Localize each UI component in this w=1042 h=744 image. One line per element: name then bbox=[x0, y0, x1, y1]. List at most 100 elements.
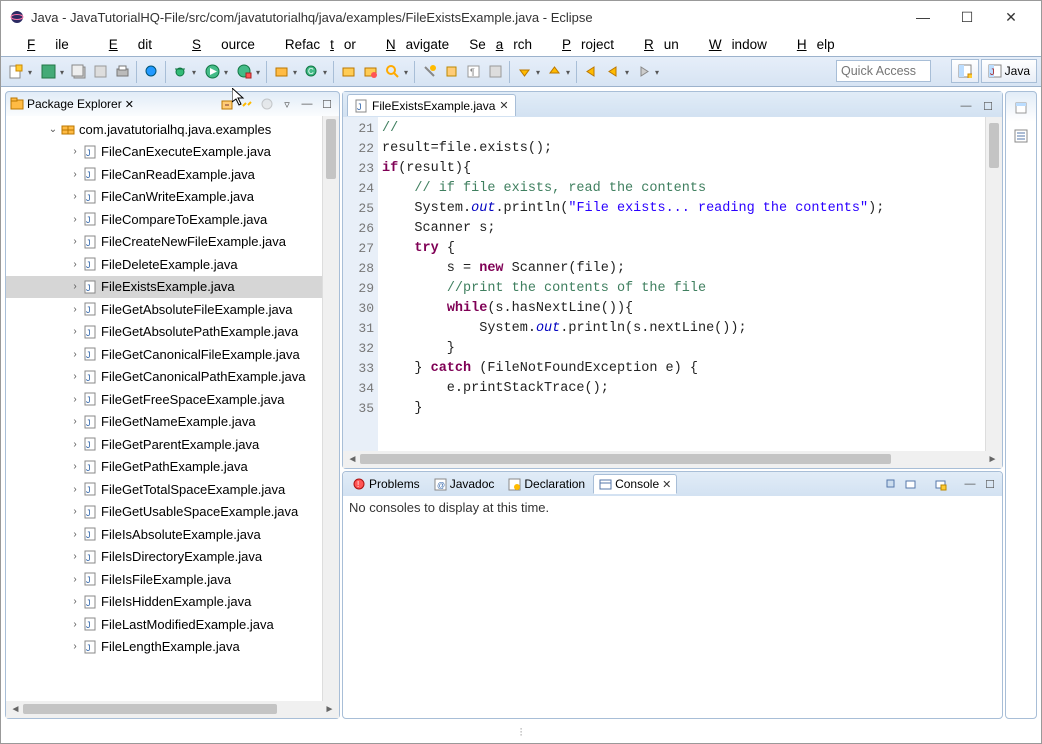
expand-icon[interactable]: ⌄ bbox=[46, 124, 60, 135]
maximize-button[interactable]: ☐ bbox=[945, 3, 989, 31]
prev-annotation-button[interactable] bbox=[544, 61, 564, 83]
expand-icon[interactable]: › bbox=[68, 191, 82, 202]
menu-refactor[interactable]: Refactor bbox=[275, 35, 366, 54]
menu-navigate[interactable]: Navigate bbox=[366, 35, 459, 54]
expand-icon[interactable]: › bbox=[68, 439, 82, 450]
minimize-editor-button[interactable]: — bbox=[958, 98, 974, 114]
editor-tab-fileexists[interactable]: J FileExistsExample.java ✕ bbox=[347, 94, 516, 116]
run-button[interactable] bbox=[202, 61, 222, 83]
expand-icon[interactable]: › bbox=[68, 236, 82, 247]
minimize-view-button[interactable]: — bbox=[299, 96, 315, 112]
expand-icon[interactable]: › bbox=[68, 214, 82, 225]
toggle-block-button[interactable] bbox=[441, 61, 461, 83]
tree-file-row[interactable]: ›JFileIsDirectoryExample.java bbox=[6, 546, 322, 569]
tree-file-row[interactable]: ›JFileExistsExample.java bbox=[6, 276, 322, 299]
tree-file-row[interactable]: ›JFileCompareToExample.java bbox=[6, 208, 322, 231]
tree-file-row[interactable]: ›JFileGetAbsoluteFileExample.java bbox=[6, 298, 322, 321]
close-icon[interactable]: ✕ bbox=[125, 98, 134, 111]
code-editor[interactable]: 212223242526272829303132333435 // result… bbox=[343, 116, 1002, 451]
menu-run[interactable]: Run bbox=[624, 35, 689, 54]
tree-file-row[interactable]: ›JFileIsHiddenExample.java bbox=[6, 591, 322, 614]
tree-file-row[interactable]: ›JFileCreateNewFileExample.java bbox=[6, 231, 322, 254]
tree-scrollbar-horizontal[interactable]: ◄► bbox=[6, 701, 339, 718]
expand-icon[interactable]: › bbox=[68, 304, 82, 315]
package-tree[interactable]: ⌄ com.javatutorialhq.java.examples ›JFil… bbox=[6, 116, 322, 701]
expand-icon[interactable]: › bbox=[68, 574, 82, 585]
restore-view-button[interactable] bbox=[1011, 98, 1031, 118]
new-class-button[interactable]: C bbox=[301, 61, 321, 83]
expand-icon[interactable]: › bbox=[68, 641, 82, 652]
tree-file-row[interactable]: ›JFileDeleteExample.java bbox=[6, 253, 322, 276]
tree-file-row[interactable]: ›JFileGetNameExample.java bbox=[6, 411, 322, 434]
new-button[interactable] bbox=[6, 61, 26, 83]
menu-source[interactable]: Source bbox=[172, 35, 275, 54]
quick-access-input[interactable] bbox=[836, 60, 931, 82]
tree-file-row[interactable]: ›JFileLengthExample.java bbox=[6, 636, 322, 659]
tree-file-row[interactable]: ›JFileCanWriteExample.java bbox=[6, 186, 322, 209]
tab-javadoc[interactable]: @ Javadoc bbox=[428, 474, 501, 494]
outline-view-button[interactable] bbox=[1011, 126, 1031, 146]
back-button[interactable] bbox=[581, 61, 601, 83]
focus-task-button[interactable] bbox=[259, 96, 275, 112]
menu-edit[interactable]: Edit bbox=[89, 35, 172, 54]
save-button[interactable] bbox=[38, 61, 58, 83]
tree-file-row[interactable]: ›JFileGetParentExample.java bbox=[6, 433, 322, 456]
menu-file[interactable]: File bbox=[7, 35, 89, 54]
expand-icon[interactable]: › bbox=[68, 461, 82, 472]
java-perspective-button[interactable]: J Java bbox=[981, 59, 1037, 83]
tab-console[interactable]: Console ✕ bbox=[593, 474, 677, 494]
tree-file-row[interactable]: ›JFileGetUsableSpaceExample.java bbox=[6, 501, 322, 524]
expand-icon[interactable]: › bbox=[68, 551, 82, 562]
search-button[interactable] bbox=[382, 61, 402, 83]
ext-tools-button[interactable] bbox=[234, 61, 254, 83]
expand-icon[interactable]: › bbox=[68, 596, 82, 607]
expand-icon[interactable]: › bbox=[68, 281, 82, 292]
menu-help[interactable]: Help bbox=[777, 35, 845, 54]
close-tab-button[interactable]: ✕ bbox=[499, 99, 508, 112]
maximize-editor-button[interactable]: ☐ bbox=[980, 98, 996, 114]
tree-scrollbar-vertical[interactable] bbox=[322, 116, 339, 701]
expand-icon[interactable]: › bbox=[68, 416, 82, 427]
tree-package-row[interactable]: ⌄ com.javatutorialhq.java.examples bbox=[6, 118, 322, 141]
close-window-button[interactable]: ✕ bbox=[989, 3, 1033, 31]
expand-icon[interactable]: › bbox=[68, 371, 82, 382]
save-all-button[interactable] bbox=[68, 61, 88, 83]
back-history-button[interactable] bbox=[603, 61, 623, 83]
tree-file-row[interactable]: ›JFileGetPathExample.java bbox=[6, 456, 322, 479]
display-console-button[interactable] bbox=[902, 476, 918, 492]
menu-project[interactable]: Project bbox=[542, 35, 624, 54]
tree-file-row[interactable]: ›JFileGetTotalSpaceExample.java bbox=[6, 478, 322, 501]
toggle-mark-button[interactable] bbox=[419, 61, 439, 83]
maximize-console-button[interactable]: ☐ bbox=[982, 476, 998, 492]
expand-icon[interactable]: › bbox=[68, 506, 82, 517]
print-button[interactable] bbox=[112, 61, 132, 83]
tree-file-row[interactable]: ›JFileGetFreeSpaceExample.java bbox=[6, 388, 322, 411]
expand-icon[interactable]: › bbox=[68, 169, 82, 180]
tree-file-row[interactable]: ›JFileIsAbsoluteExample.java bbox=[6, 523, 322, 546]
tree-file-row[interactable]: ›JFileGetCanonicalPathExample.java bbox=[6, 366, 322, 389]
view-menu-button[interactable]: ▿ bbox=[279, 96, 295, 112]
tree-file-row[interactable]: ›JFileIsFileExample.java bbox=[6, 568, 322, 591]
expand-icon[interactable]: › bbox=[68, 349, 82, 360]
toolbar-btn-b[interactable] bbox=[485, 61, 505, 83]
expand-icon[interactable]: › bbox=[68, 326, 82, 337]
minimize-button[interactable]: — bbox=[901, 3, 945, 31]
tree-file-row[interactable]: ›JFileGetAbsolutePathExample.java bbox=[6, 321, 322, 344]
tree-file-row[interactable]: ›JFileCanExecuteExample.java bbox=[6, 141, 322, 164]
code-content[interactable]: // result=file.exists(); if(result){ // … bbox=[378, 117, 985, 451]
debug-button[interactable] bbox=[170, 61, 190, 83]
forward-button[interactable] bbox=[633, 61, 653, 83]
open-console-button[interactable] bbox=[932, 476, 948, 492]
expand-icon[interactable]: › bbox=[68, 394, 82, 405]
tab-problems[interactable]: ! Problems bbox=[347, 474, 426, 494]
close-tab-button[interactable]: ✕ bbox=[662, 478, 671, 491]
expand-icon[interactable]: › bbox=[68, 259, 82, 270]
open-perspective-button[interactable] bbox=[951, 59, 979, 83]
build-button[interactable] bbox=[141, 61, 161, 83]
toolbar-btn-a[interactable] bbox=[90, 61, 110, 83]
open-task-button[interactable] bbox=[360, 61, 380, 83]
tree-file-row[interactable]: ›JFileLastModifiedExample.java bbox=[6, 613, 322, 636]
next-annotation-button[interactable] bbox=[514, 61, 534, 83]
expand-icon[interactable]: › bbox=[68, 619, 82, 630]
open-type-button[interactable] bbox=[338, 61, 358, 83]
